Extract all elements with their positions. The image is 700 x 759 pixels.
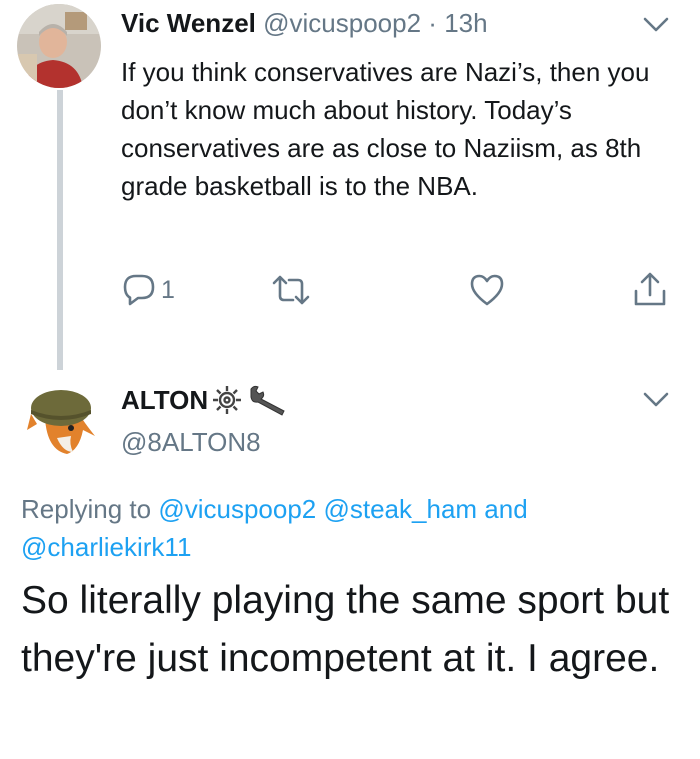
chevron-down-icon[interactable] — [643, 392, 669, 408]
retweet-icon — [272, 275, 310, 305]
display-name[interactable]: Vic Wenzel — [121, 8, 256, 38]
mention-link[interactable]: @charliekirk11 — [21, 532, 191, 562]
tweet-text: So literally playing the same sport but … — [21, 579, 670, 680]
avatar[interactable] — [17, 374, 101, 458]
replying-to-line: Replying to @vicuspoop2 @steak_ham and @… — [21, 490, 661, 566]
avatar-vic-wenzel-image — [17, 4, 101, 88]
mention-link[interactable]: @steak_ham — [323, 494, 477, 524]
heart-icon — [470, 274, 504, 306]
share-icon — [634, 272, 666, 306]
tweet-action-bar: 1 — [0, 270, 700, 310]
reply-button[interactable]: 1 — [121, 270, 175, 310]
mention-link[interactable]: @vicuspoop2 — [158, 494, 316, 524]
retweet-button[interactable] — [271, 270, 311, 310]
tweet-header: Vic Wenzel @vicuspoop2 · 13h — [121, 6, 488, 40]
gear-icon — [213, 386, 242, 414]
share-button[interactable] — [632, 270, 668, 310]
user-handle[interactable]: @vicuspoop2 — [263, 8, 421, 38]
wrench-icon — [250, 385, 285, 416]
avatar[interactable] — [17, 4, 101, 88]
replying-to-label: Replying to — [21, 494, 152, 524]
like-button[interactable] — [468, 270, 506, 310]
tweet-timestamp[interactable]: 13h — [444, 8, 487, 38]
mention-link-and[interactable]: and — [484, 494, 527, 524]
reply-count: 1 — [161, 275, 175, 304]
display-name[interactable]: ALTON — [121, 383, 290, 417]
tweet-text: If you think conservatives are Nazi’s, t… — [121, 57, 650, 201]
display-name-text: ALTON — [121, 385, 209, 415]
thread-connector-line — [57, 90, 63, 370]
separator-dot: · — [428, 8, 437, 38]
user-handle[interactable]: @8ALTON8 — [121, 425, 261, 459]
chevron-down-icon[interactable] — [643, 17, 669, 33]
avatar-alton-image — [17, 374, 101, 458]
reply-icon — [123, 274, 155, 306]
